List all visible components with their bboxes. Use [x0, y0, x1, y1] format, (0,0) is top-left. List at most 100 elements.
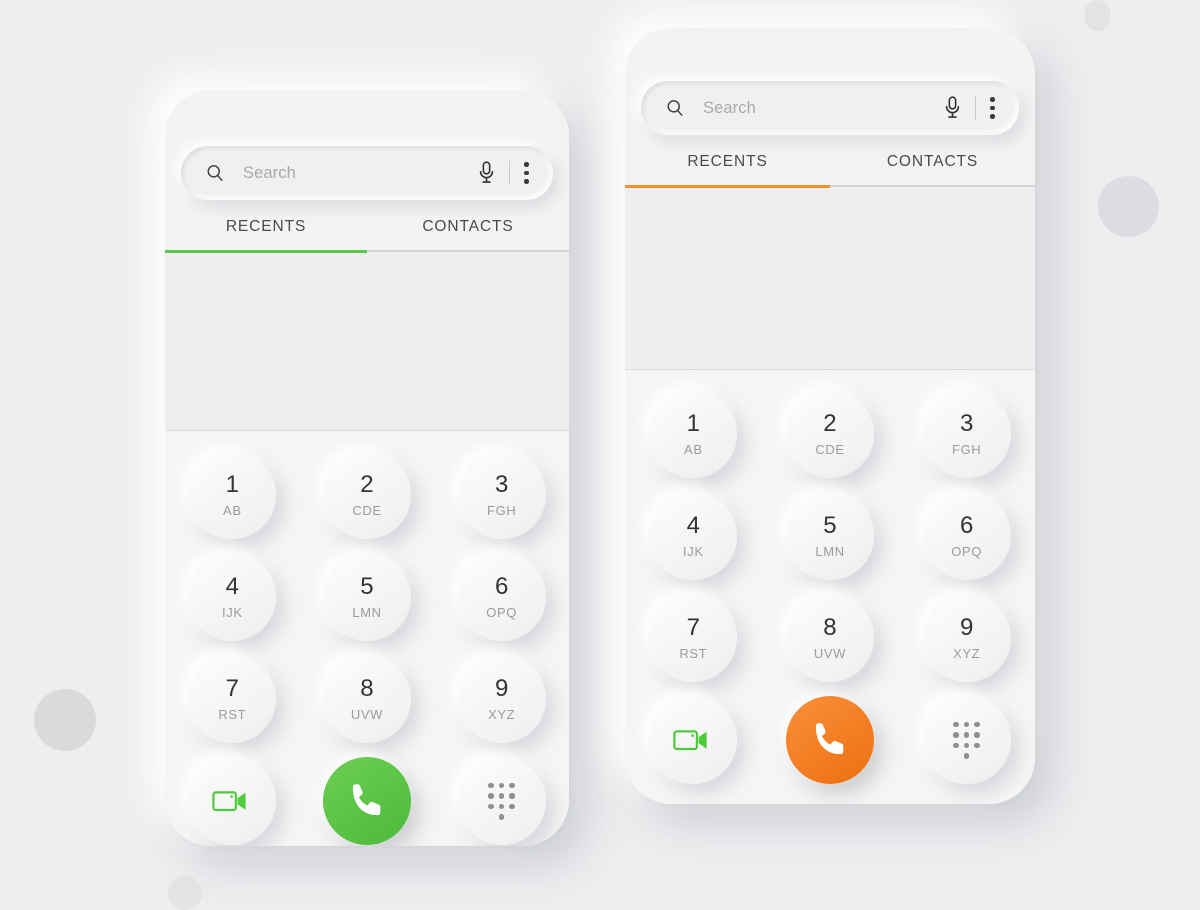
search-area-left: Search	[165, 90, 569, 200]
key-3[interactable]: 3 FGH	[922, 390, 1011, 478]
search-icon	[667, 100, 683, 116]
tab-rail-left	[165, 250, 569, 253]
key-5[interactable]: 5 LMN	[322, 553, 411, 641]
tab-bar-left: RECENTS CONTACTS	[165, 212, 569, 250]
key-5[interactable]: 5 LMN	[785, 492, 874, 580]
search-bar-left[interactable]: Search	[181, 146, 553, 200]
key-8[interactable]: 8 UVW	[322, 655, 411, 743]
key-letters: RST	[679, 646, 708, 661]
key-3[interactable]: 3 FGH	[457, 451, 546, 539]
key-number: 2	[823, 410, 837, 437]
microphone-icon[interactable]	[944, 96, 961, 120]
video-call-button[interactable]	[649, 696, 738, 784]
key-number: 9	[494, 675, 509, 702]
key-letters: AB	[684, 442, 703, 457]
search-bar-divider	[509, 161, 510, 185]
key-9[interactable]: 9 XYZ	[457, 655, 546, 743]
key-letters: OPQ	[951, 544, 982, 559]
tab-recents[interactable]: RECENTS	[165, 212, 367, 250]
search-input-placeholder[interactable]: Search	[703, 99, 944, 118]
keypad-left: 1 AB 2 CDE 3 FGH 4 IJK 5 LMN 6 OPQ 7 RST…	[165, 431, 569, 846]
key-letters: OPQ	[486, 605, 517, 620]
decorative-circle-bottom-left	[34, 689, 96, 751]
key-number: 1	[225, 471, 239, 498]
phone-handset-icon	[352, 784, 381, 816]
key-number: 6	[494, 573, 509, 600]
video-call-button[interactable]	[188, 757, 277, 845]
key-1[interactable]: 1 AB	[649, 390, 738, 478]
tab-contacts[interactable]: CONTACTS	[830, 147, 1035, 185]
tab-recents[interactable]: RECENTS	[625, 147, 830, 185]
key-number: 7	[686, 614, 700, 641]
recents-list-empty-right	[625, 187, 1035, 369]
search-bar-divider	[975, 96, 976, 120]
key-number: 5	[823, 512, 837, 539]
key-letters: XYZ	[953, 646, 981, 661]
key-8[interactable]: 8 UVW	[785, 594, 874, 682]
key-letters: CDE	[352, 503, 382, 518]
key-4[interactable]: 4 IJK	[649, 492, 738, 580]
key-number: 4	[686, 512, 700, 539]
key-number: 3	[494, 471, 509, 498]
key-letters: LMN	[815, 544, 845, 559]
search-area-right: Search	[625, 28, 1035, 135]
key-letters: XYZ	[488, 707, 516, 722]
key-number: 5	[360, 573, 374, 600]
search-input-placeholder[interactable]: Search	[243, 164, 478, 183]
key-7[interactable]: 7 RST	[188, 655, 277, 743]
decorative-circle-top-right	[1084, 0, 1111, 31]
phone-handset-icon	[815, 723, 844, 755]
dialpad-button[interactable]	[457, 757, 546, 845]
key-number: 7	[225, 675, 239, 702]
key-9[interactable]: 9 XYZ	[922, 594, 1011, 682]
video-camera-icon	[673, 730, 707, 751]
dialpad-grid-icon	[953, 721, 980, 759]
key-number: 8	[823, 614, 837, 641]
key-letters: LMN	[352, 605, 382, 620]
overflow-menu-icon[interactable]	[990, 97, 995, 119]
key-6[interactable]: 6 OPQ	[457, 553, 546, 641]
key-number: 4	[225, 573, 239, 600]
key-letters: IJK	[222, 605, 243, 620]
key-number: 2	[360, 471, 374, 498]
decorative-circle-right	[1098, 176, 1159, 237]
call-button[interactable]	[785, 696, 874, 784]
call-button[interactable]	[322, 757, 411, 845]
dialer-panel-right: Search RECENTS CONTACTS 1 AB 2 CDE 3 FGH…	[625, 28, 1035, 804]
dialpad-button[interactable]	[922, 696, 1011, 784]
decorative-circle-bottom	[168, 876, 202, 910]
key-1[interactable]: 1 AB	[188, 451, 277, 539]
key-number: 1	[686, 410, 700, 437]
key-number: 8	[360, 675, 374, 702]
key-letters: UVW	[813, 646, 847, 661]
tab-active-underline	[625, 185, 830, 188]
microphone-icon[interactable]	[478, 161, 495, 185]
key-number: 3	[959, 410, 974, 437]
key-letters: FGH	[487, 503, 517, 518]
key-number: 9	[959, 614, 974, 641]
key-letters: UVW	[350, 707, 384, 722]
dialer-panel-left: Search RECENTS CONTACTS 1 AB 2 CDE 3 FGH…	[165, 90, 569, 846]
video-camera-icon	[212, 791, 246, 812]
key-4[interactable]: 4 IJK	[188, 553, 277, 641]
search-icon	[207, 165, 223, 181]
key-letters: FGH	[952, 442, 982, 457]
tab-rail-right	[625, 185, 1035, 188]
key-letters: IJK	[683, 544, 704, 559]
tab-contacts[interactable]: CONTACTS	[367, 212, 569, 250]
recents-list-empty-left	[165, 252, 569, 430]
keypad-right: 1 AB 2 CDE 3 FGH 4 IJK 5 LMN 6 OPQ 7 RST…	[625, 370, 1035, 804]
key-2[interactable]: 2 CDE	[785, 390, 874, 478]
key-6[interactable]: 6 OPQ	[922, 492, 1011, 580]
key-number: 6	[959, 512, 974, 539]
key-letters: RST	[218, 707, 247, 722]
tab-bar-right: RECENTS CONTACTS	[625, 147, 1035, 185]
overflow-menu-icon[interactable]	[524, 162, 529, 184]
key-2[interactable]: 2 CDE	[322, 451, 411, 539]
key-7[interactable]: 7 RST	[649, 594, 738, 682]
dialpad-grid-icon	[488, 782, 515, 820]
search-bar-right[interactable]: Search	[641, 81, 1019, 135]
key-letters: CDE	[815, 442, 845, 457]
key-letters: AB	[223, 503, 242, 518]
tab-active-underline	[165, 250, 367, 253]
